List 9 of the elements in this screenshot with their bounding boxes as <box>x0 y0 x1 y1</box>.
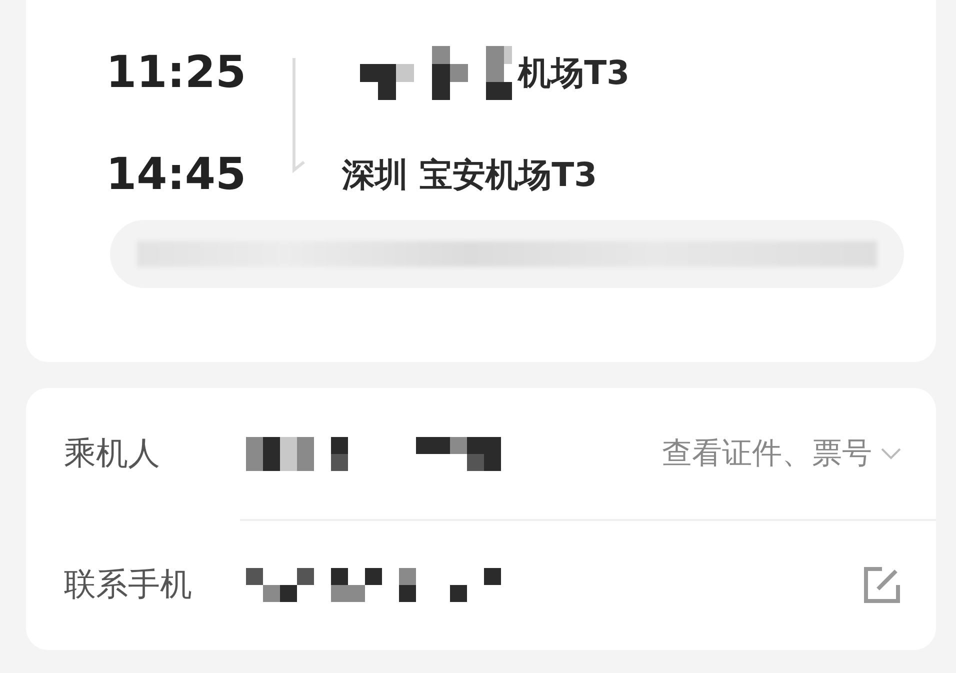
arrival-time: 14:45 <box>106 148 246 202</box>
view-documents-link[interactable]: 查看证件、票号 <box>662 433 902 474</box>
chevron-down-icon <box>880 446 902 460</box>
edit-icon[interactable] <box>862 564 902 604</box>
row-label: 联系手机 <box>64 564 193 604</box>
row-label: 乘机人 <box>64 432 161 474</box>
arrival-airport: 深圳 宝安机场T3 <box>342 154 598 196</box>
departure-time: 11:25 <box>106 46 246 100</box>
departure-airport: 机场T3 <box>518 52 630 94</box>
